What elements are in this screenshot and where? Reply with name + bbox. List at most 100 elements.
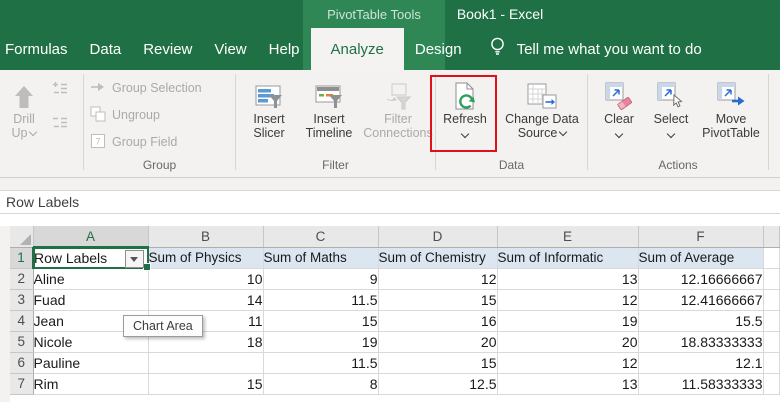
fill-handle[interactable] xyxy=(143,263,151,271)
table-row: 7 Rim 15 8 12.5 13 11.58333333 xyxy=(10,373,779,394)
tab-analyze[interactable]: Analyze xyxy=(311,28,404,70)
row-header-1[interactable]: 1 xyxy=(10,247,33,268)
cell[interactable] xyxy=(763,289,779,310)
column-header-d[interactable]: D xyxy=(378,226,497,247)
row-header-6[interactable]: 6 xyxy=(10,352,33,373)
tab-data[interactable]: Data xyxy=(79,28,133,70)
row-header-3[interactable]: 3 xyxy=(10,289,33,310)
cell-d1[interactable]: Sum of Chemistry xyxy=(378,247,497,268)
cell[interactable]: 11.5 xyxy=(263,289,378,310)
cell[interactable]: 19 xyxy=(263,331,378,352)
cell[interactable]: Fuad xyxy=(33,289,148,310)
move-pivottable-button[interactable]: Move PivotTable xyxy=(696,74,766,140)
group-field-label: Group Field xyxy=(112,135,177,149)
filter-group-label: Filter xyxy=(236,158,435,172)
row-header-7[interactable]: 7 xyxy=(10,373,33,394)
cell[interactable]: Pauline xyxy=(33,352,148,373)
filter-connections-label-1: Filter xyxy=(384,112,412,126)
column-header-b[interactable]: B xyxy=(148,226,263,247)
change-data-source-button[interactable]: Change Data Source xyxy=(498,74,586,140)
cell[interactable]: 15 xyxy=(378,289,497,310)
cell[interactable]: 20 xyxy=(378,331,497,352)
cell[interactable]: 12.41666667 xyxy=(638,289,763,310)
cell[interactable] xyxy=(763,310,779,331)
table-row: 3 Fuad 14 11.5 15 12 12.41666667 xyxy=(10,289,779,310)
drill-up-button: Drill Up xyxy=(2,74,46,140)
cell-a1-row-labels[interactable]: Row Labels xyxy=(33,247,148,268)
cell[interactable]: 12 xyxy=(497,289,638,310)
ribbon-group-actions: Clear Select Move PivotTable Actions xyxy=(588,70,768,178)
clear-icon xyxy=(605,74,633,112)
formula-bar[interactable]: Row Labels xyxy=(0,190,780,214)
window-title: Book1 - Excel xyxy=(420,6,580,22)
cell-c1[interactable]: Sum of Maths xyxy=(263,247,378,268)
column-header-g[interactable] xyxy=(763,226,779,247)
filter-dropdown-button[interactable] xyxy=(125,250,144,268)
cell[interactable]: 13 xyxy=(497,373,638,394)
cell[interactable] xyxy=(763,373,779,394)
column-header-e[interactable]: E xyxy=(497,226,638,247)
cell[interactable]: Aline xyxy=(33,268,148,289)
cell[interactable]: 15.5 xyxy=(638,310,763,331)
expand-field-button xyxy=(52,78,68,102)
cell[interactable]: 12 xyxy=(378,268,497,289)
cell[interactable]: 9 xyxy=(263,268,378,289)
cell[interactable]: 8 xyxy=(263,373,378,394)
cell[interactable]: 20 xyxy=(497,331,638,352)
cell[interactable]: 18.83333333 xyxy=(638,331,763,352)
column-header-f[interactable]: F xyxy=(638,226,763,247)
cell[interactable]: 13 xyxy=(497,268,638,289)
title-band: PivotTable Tools Book1 - Excel Formulas … xyxy=(0,0,780,70)
cell-g1[interactable] xyxy=(763,247,779,268)
column-header-a[interactable]: A xyxy=(33,226,148,247)
tab-review[interactable]: Review xyxy=(132,28,203,70)
worksheet-grid: A B C D E F 1 Row Labels Sum of Physics … xyxy=(10,226,780,395)
cell[interactable] xyxy=(148,352,263,373)
cell[interactable]: 11.5 xyxy=(263,352,378,373)
cell[interactable] xyxy=(763,268,779,289)
insert-timeline-button[interactable]: Insert Timeline xyxy=(297,74,361,140)
tab-view[interactable]: View xyxy=(203,28,257,70)
cell[interactable] xyxy=(763,331,779,352)
ribbon-tab-bar: Formulas Data Review View Help Analyze D… xyxy=(0,28,702,70)
row-header-4[interactable]: 4 xyxy=(10,310,33,331)
row-header-2[interactable]: 2 xyxy=(10,268,33,289)
tab-formulas[interactable]: Formulas xyxy=(0,28,79,70)
cell-f1[interactable]: Sum of Average xyxy=(638,247,763,268)
cell-b1[interactable]: Sum of Physics xyxy=(148,247,263,268)
cell[interactable]: 15 xyxy=(263,310,378,331)
cell[interactable]: 12 xyxy=(497,352,638,373)
clear-button[interactable]: Clear xyxy=(594,74,644,136)
cell[interactable]: 14 xyxy=(148,289,263,310)
select-all-corner[interactable] xyxy=(10,226,33,247)
cell[interactable]: 15 xyxy=(378,352,497,373)
select-all-icon xyxy=(20,234,31,245)
collapse-field-icon xyxy=(52,115,68,134)
cell[interactable]: 10 xyxy=(148,268,263,289)
tell-me-box[interactable]: Tell me what you want to do xyxy=(489,28,702,70)
tab-help[interactable]: Help xyxy=(258,28,311,70)
move-pivottable-icon xyxy=(717,74,745,112)
cell[interactable]: 15 xyxy=(148,373,263,394)
cell[interactable] xyxy=(763,352,779,373)
cell[interactable]: 12.5 xyxy=(378,373,497,394)
cell[interactable]: Rim xyxy=(33,373,148,394)
refresh-button[interactable]: Refresh xyxy=(436,74,494,136)
select-button[interactable]: Select xyxy=(645,74,697,136)
ribbon-divider xyxy=(768,74,769,170)
column-header-c[interactable]: C xyxy=(263,226,378,247)
group-selection-icon xyxy=(90,81,106,96)
move-pivottable-label-1: Move xyxy=(716,112,747,126)
cell[interactable]: 11.58333333 xyxy=(638,373,763,394)
cell[interactable]: 19 xyxy=(497,310,638,331)
cell[interactable]: 12.16666667 xyxy=(638,268,763,289)
row-header-5[interactable]: 5 xyxy=(10,331,33,352)
insert-slicer-button[interactable]: Insert Slicer xyxy=(242,74,296,140)
collapse-field-button xyxy=(52,112,68,136)
cell[interactable]: 16 xyxy=(378,310,497,331)
tab-design[interactable]: Design xyxy=(404,28,473,70)
ungroup-label: Ungroup xyxy=(112,108,160,122)
lightbulb-icon xyxy=(489,36,506,62)
cell[interactable]: 12.1 xyxy=(638,352,763,373)
cell-e1[interactable]: Sum of Informatic xyxy=(497,247,638,268)
